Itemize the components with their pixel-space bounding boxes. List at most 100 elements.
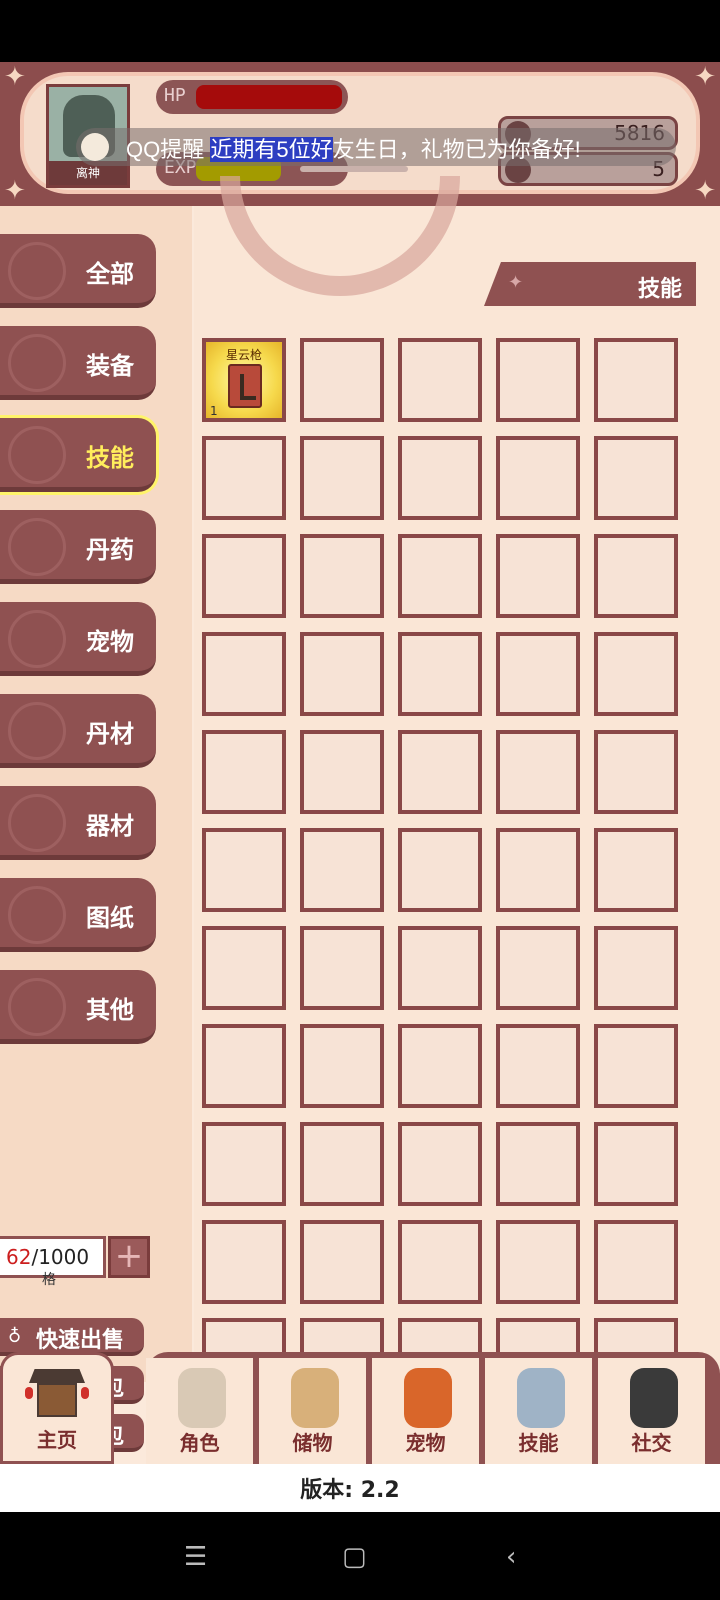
handshake-icon — [630, 1368, 678, 1428]
inventory-slot[interactable] — [594, 1122, 678, 1206]
category-button[interactable]: 装备 — [0, 326, 156, 400]
category-button[interactable]: 宠物 — [0, 602, 156, 676]
inventory-slot[interactable] — [496, 828, 580, 912]
inventory-slot[interactable] — [398, 632, 482, 716]
tab-bag[interactable]: 储物 — [259, 1358, 369, 1464]
inventory-slot[interactable] — [202, 1122, 286, 1206]
inventory-slot[interactable] — [594, 828, 678, 912]
inventory-slot[interactable] — [300, 436, 384, 520]
inventory-slot[interactable] — [202, 926, 286, 1010]
category-button[interactable]: 全部 — [0, 234, 156, 308]
inventory-slot[interactable] — [594, 338, 678, 422]
inventory-slot[interactable] — [496, 632, 580, 716]
sparkle-icon: ✦ — [508, 272, 524, 293]
category-label: 丹材 — [86, 720, 134, 748]
capacity-max: /1000 — [31, 1245, 90, 1269]
inventory-slot[interactable] — [496, 1220, 580, 1304]
inventory-slot[interactable] — [496, 534, 580, 618]
tab-home[interactable]: 主页 — [0, 1352, 114, 1464]
inventory-slot[interactable] — [300, 1122, 384, 1206]
menu-icon[interactable]: ☰ — [184, 1542, 207, 1572]
toast-message: 友生日，礼物已为你备好! — [332, 137, 581, 162]
expand-capacity-button[interactable]: + — [108, 1236, 150, 1278]
inventory-slot[interactable] — [496, 1122, 580, 1206]
hexagram-icon — [8, 886, 66, 944]
tab-handshake[interactable]: 社交 — [598, 1358, 708, 1464]
inventory-slot[interactable] — [496, 926, 580, 1010]
inventory-slot[interactable] — [496, 1024, 580, 1108]
inventory-slot[interactable] — [202, 632, 286, 716]
item-name: 星云枪 — [225, 348, 262, 362]
inventory-slot[interactable] — [594, 1220, 678, 1304]
hp-label: HP — [164, 85, 186, 106]
hp-bar: HP — [156, 80, 348, 114]
toast-app: QQ提醒 — [126, 137, 205, 162]
hexagram-icon — [8, 978, 66, 1036]
inventory-slot[interactable] — [594, 632, 678, 716]
inventory-slot[interactable] — [398, 1024, 482, 1108]
inventory-slot[interactable] — [496, 730, 580, 814]
bottom-nav: 主页 角色 储物 宠物 技能 社交 — [0, 1352, 720, 1464]
inventory-slot[interactable] — [300, 338, 384, 422]
inventory-slot[interactable] — [398, 338, 482, 422]
inventory-slot[interactable] — [398, 1220, 482, 1304]
inventory-slot[interactable] — [202, 828, 286, 912]
inventory-slot[interactable] — [300, 1024, 384, 1108]
inventory-slot[interactable] — [496, 338, 580, 422]
plus-icon: + — [114, 1236, 144, 1276]
hexagram-icon — [8, 702, 66, 760]
inventory-slot[interactable] — [300, 1220, 384, 1304]
qq-notification[interactable]: QQ提醒 近期有5位好友生日，礼物已为你备好! — [76, 128, 676, 166]
inventory-slot[interactable] — [300, 828, 384, 912]
category-label: 宠物 — [86, 628, 134, 656]
corner-star-icon: ✦ — [4, 176, 26, 206]
category-button[interactable]: 丹药 — [0, 510, 156, 584]
tab-person[interactable]: 角色 — [146, 1358, 256, 1464]
bag-icon — [291, 1368, 339, 1428]
inventory-slot[interactable] — [398, 436, 482, 520]
inventory-slot[interactable] — [300, 926, 384, 1010]
inventory-slot[interactable]: 星云枪 1 — [202, 338, 286, 422]
capacity-box: 62/1000 格 — [0, 1236, 106, 1288]
corner-star-icon: ✦ — [4, 62, 26, 92]
corner-star-icon: ✦ — [694, 176, 716, 206]
category-button[interactable]: 其他 — [0, 970, 156, 1044]
inventory-slot[interactable] — [594, 534, 678, 618]
category-button[interactable]: 器材 — [0, 786, 156, 860]
category-label: 丹药 — [86, 536, 134, 564]
back-icon[interactable]: ‹ — [506, 1542, 516, 1572]
inventory-slot[interactable] — [202, 1024, 286, 1108]
category-button[interactable]: 图纸 — [0, 878, 156, 952]
inventory-slot[interactable] — [594, 730, 678, 814]
category-label: 图纸 — [86, 904, 134, 932]
capacity-unit: 格 — [42, 1272, 56, 1288]
category-label: 装备 — [86, 352, 134, 380]
inventory-slot[interactable] — [398, 534, 482, 618]
inventory-slot[interactable] — [398, 828, 482, 912]
inventory-slot[interactable] — [594, 926, 678, 1010]
home-square-icon[interactable]: ▢ — [342, 1542, 367, 1572]
inventory-slot[interactable] — [202, 730, 286, 814]
inventory-slot[interactable] — [594, 436, 678, 520]
hp-fill — [196, 85, 342, 109]
category-button[interactable]: 丹材 — [0, 694, 156, 768]
inventory-slot[interactable] — [496, 436, 580, 520]
hexagram-icon — [8, 518, 66, 576]
inventory-slot[interactable] — [398, 1122, 482, 1206]
inventory-slot[interactable] — [202, 1220, 286, 1304]
section-title-label: 技能 — [637, 277, 682, 302]
inventory-slot[interactable] — [202, 436, 286, 520]
inventory-slot[interactable] — [398, 926, 482, 1010]
inventory-slot[interactable] — [300, 534, 384, 618]
inventory-slot[interactable] — [300, 730, 384, 814]
tab-fox[interactable]: 宠物 — [372, 1358, 482, 1464]
category-button[interactable]: 技能 — [0, 418, 156, 492]
inventory-slot[interactable] — [202, 534, 286, 618]
tool-button[interactable]: ♁ 快速出售 — [0, 1318, 144, 1356]
category-label: 技能 — [86, 444, 134, 472]
hexagram-icon — [8, 426, 66, 484]
tab-sword[interactable]: 技能 — [485, 1358, 595, 1464]
inventory-slot[interactable] — [300, 632, 384, 716]
inventory-slot[interactable] — [398, 730, 482, 814]
inventory-slot[interactable] — [594, 1024, 678, 1108]
